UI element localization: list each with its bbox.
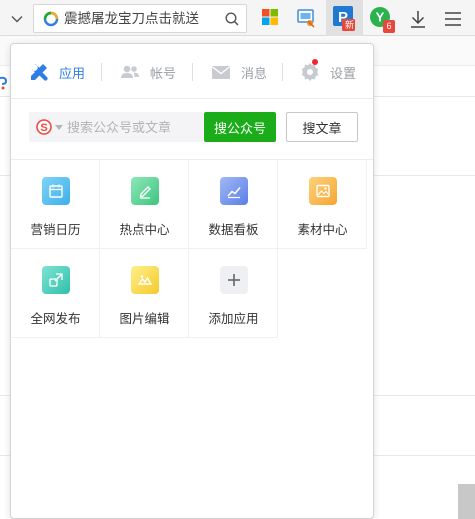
- svg-text:S: S: [40, 122, 47, 134]
- settings-icon-wrap: [299, 59, 321, 83]
- tab-separator: [282, 63, 283, 81]
- page-logo-fragment-icon: [0, 76, 8, 90]
- tab-separator: [101, 63, 102, 81]
- account-search-box: S: [29, 112, 203, 142]
- data-dashboard-icon: [220, 177, 248, 205]
- message-icon: [212, 66, 230, 79]
- y-extension-button[interactable]: Y 6: [369, 6, 397, 34]
- tab-settings[interactable]: 设置: [299, 59, 357, 83]
- search-icon[interactable]: [224, 11, 240, 27]
- settings-icon: [301, 63, 319, 81]
- app-tile-material-center[interactable]: 素材中心: [278, 160, 367, 249]
- material-center-icon: [309, 177, 337, 205]
- app-tile-hot-topics[interactable]: 热点中心: [100, 160, 189, 249]
- tab-account[interactable]: 帐号: [119, 61, 176, 83]
- tab-label: 消息: [241, 65, 268, 81]
- add-app-icon: [220, 266, 248, 294]
- apps-icon: [31, 64, 48, 81]
- tab-label: 应用: [59, 65, 86, 81]
- calendar-icon: [42, 177, 70, 205]
- app-label: 热点中心: [119, 223, 170, 237]
- dropdown-button[interactable]: [2, 5, 32, 32]
- app-label: 图片编辑: [119, 312, 170, 326]
- hot-topics-icon: [131, 177, 159, 205]
- tab-separator: [192, 63, 193, 81]
- app-label: 素材中心: [297, 223, 348, 237]
- app-label: 数据看板: [208, 223, 259, 237]
- page-scrollbar-thumb[interactable]: [458, 484, 475, 519]
- app-tile-add-app[interactable]: 添加应用: [189, 249, 278, 338]
- address-search-box[interactable]: 震撼屠龙宝刀点击就送: [33, 4, 247, 33]
- app-grid: 营销日历 热点中心 数据看板 素材中心 全网发布 图片编辑 添加应用: [11, 159, 373, 338]
- app-tile-marketing-calendar[interactable]: 营销日历: [11, 160, 100, 249]
- p-extension-badge: 新: [344, 20, 354, 30]
- search-accounts-button[interactable]: 搜公众号: [204, 112, 276, 142]
- app-label: 添加应用: [208, 312, 259, 326]
- y-extension-badge: 6: [383, 20, 395, 33]
- extension-popup: 应用 帐号 消息 设置 S 搜索公众号或文章 搜公众号 搜文章 营销日历 热点中…: [10, 43, 374, 519]
- search-input[interactable]: [67, 112, 199, 142]
- search-articles-button[interactable]: 搜文章: [286, 112, 358, 142]
- sogou-logo-icon[interactable]: S: [36, 119, 52, 135]
- apps-grid-extension-icon[interactable]: [259, 6, 281, 28]
- popup-tab-bar: 应用 帐号 消息 设置: [11, 44, 373, 99]
- caret-down-icon[interactable]: [55, 125, 63, 130]
- image-edit-icon: [131, 266, 159, 294]
- browser-toolbar: 震撼屠龙宝刀点击就送 P 新 Y 6: [0, 0, 475, 36]
- app-label: 全网发布: [30, 312, 81, 326]
- publish-icon: [42, 266, 70, 294]
- app-tile-data-dashboard[interactable]: 数据看板: [189, 160, 278, 249]
- notification-dot: [312, 59, 318, 65]
- chevron-down-icon: [11, 15, 23, 22]
- account-icon: [121, 65, 139, 78]
- app-tile-publish[interactable]: 全网发布: [11, 249, 100, 338]
- tab-label: 设置: [330, 65, 357, 81]
- tab-label: 帐号: [150, 65, 177, 81]
- download-icon[interactable]: [407, 8, 429, 30]
- menu-icon[interactable]: [442, 8, 464, 30]
- search-suggestion-text: 震撼屠龙宝刀点击就送: [64, 11, 199, 26]
- app-tile-image-edit[interactable]: 图片编辑: [100, 249, 189, 338]
- search-engine-logo-icon: [43, 11, 59, 27]
- tab-apps[interactable]: 应用: [28, 61, 85, 83]
- app-label: 营销日历: [30, 223, 81, 237]
- p-extension-button[interactable]: P 新: [326, 0, 363, 36]
- tab-messages[interactable]: 消息: [210, 61, 267, 83]
- screenshot-extension-icon[interactable]: [295, 6, 317, 28]
